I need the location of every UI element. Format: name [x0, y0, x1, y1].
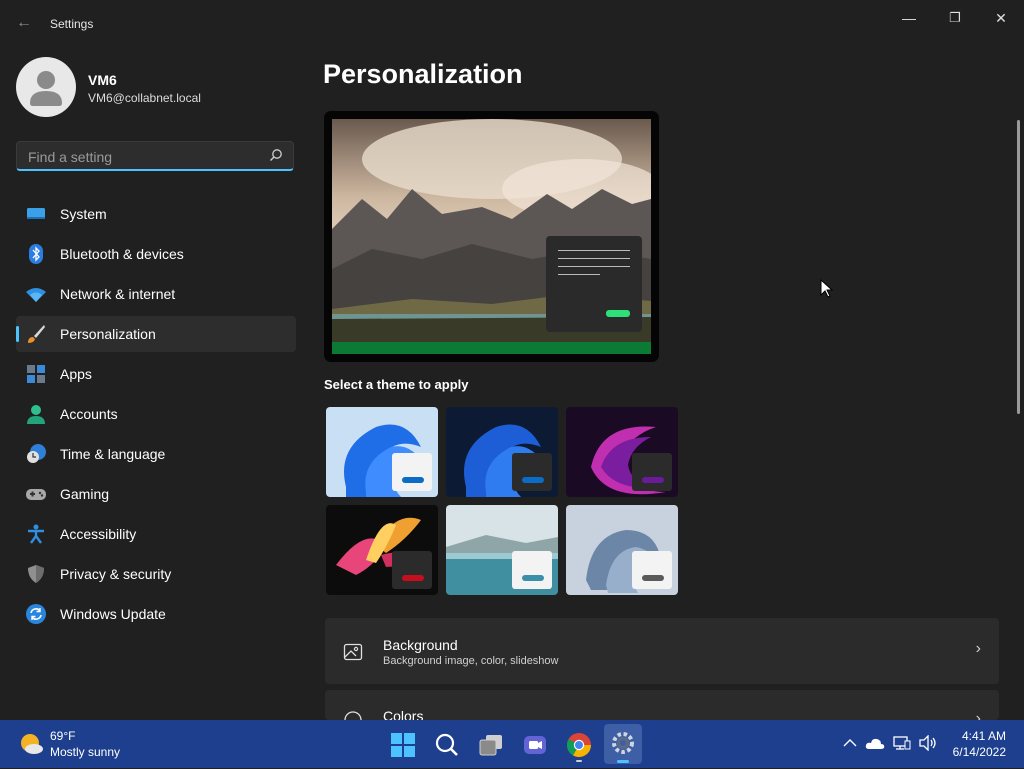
teams-chat-icon	[524, 736, 546, 754]
search-taskbar-button[interactable]	[430, 728, 464, 762]
minimize-button[interactable]: —	[886, 4, 932, 32]
weather-sunny-icon[interactable]	[18, 731, 44, 757]
gear-icon	[612, 732, 634, 754]
sidebar-item-network[interactable]: Network & internet	[16, 276, 296, 312]
chat-button[interactable]	[518, 728, 552, 762]
chrome-icon	[566, 733, 591, 758]
sidebar-item-accessibility[interactable]: Accessibility	[16, 516, 296, 552]
close-button[interactable]: ✕	[978, 4, 1024, 32]
accounts-icon	[27, 405, 45, 424]
start-button[interactable]	[386, 728, 420, 762]
sidebar-item-apps[interactable]: Apps	[16, 356, 296, 392]
page-title: Personalization	[323, 59, 523, 89]
wifi-icon	[26, 288, 46, 302]
sidebar-item-time-language[interactable]: Time & language	[16, 436, 296, 472]
colors-setting-card[interactable]: Colors ›	[325, 690, 999, 720]
clock-time[interactable]: 4:41 AM	[958, 729, 1006, 743]
weather-temperature[interactable]: 69°F	[50, 729, 75, 743]
search-icon	[435, 733, 458, 756]
title-bar	[0, 0, 1024, 48]
update-icon	[26, 604, 46, 624]
task-view-icon	[479, 735, 502, 756]
accessibility-icon	[28, 524, 44, 544]
shield-icon	[28, 565, 44, 583]
settings-taskbar-button[interactable]	[604, 724, 642, 764]
volume-icon[interactable]	[918, 735, 938, 751]
sidebar-item-label: Accessibility	[60, 526, 137, 542]
theme-tile-captured-motion[interactable]	[326, 505, 438, 595]
theme-tile-sunrise-lake[interactable]	[446, 505, 558, 595]
user-email: VM6@collabnet.local	[88, 91, 201, 105]
sidebar-item-label: Apps	[60, 366, 92, 382]
sidebar-item-gaming[interactable]: Gaming	[16, 476, 296, 512]
task-view-button[interactable]	[474, 728, 508, 762]
onedrive-cloud-icon[interactable]	[865, 736, 885, 750]
sidebar-item-system[interactable]: System	[16, 196, 296, 232]
user-silhouette-icon	[30, 71, 62, 106]
background-setting-card[interactable]: Background Background image, color, slid…	[325, 618, 999, 684]
sidebar-item-label: Windows Update	[60, 606, 166, 622]
clock-date[interactable]: 6/14/2022	[948, 745, 1006, 759]
theme-tile-flow[interactable]	[566, 505, 678, 595]
avatar[interactable]	[16, 57, 76, 117]
card-title: Colors	[383, 708, 424, 720]
windows-logo-icon	[391, 733, 415, 757]
search-box[interactable]	[16, 141, 294, 171]
sidebar-item-personalization[interactable]: Personalization	[16, 316, 296, 352]
selection-indicator	[16, 326, 19, 342]
sidebar-item-label: Personalization	[60, 326, 156, 342]
active-indicator	[617, 760, 629, 763]
sidebar-item-label: System	[60, 206, 107, 222]
running-indicator	[576, 760, 582, 762]
themes-section-label: Select a theme to apply	[324, 377, 469, 392]
apps-icon	[27, 365, 45, 383]
network-icon[interactable]	[893, 735, 911, 751]
sidebar-item-label: Privacy & security	[60, 566, 172, 582]
back-arrow-icon[interactable]: ←	[14, 12, 34, 34]
image-icon	[343, 643, 363, 661]
chevron-right-icon: ›	[975, 710, 981, 720]
sidebar-item-privacy[interactable]: Privacy & security	[16, 556, 296, 592]
chevron-right-icon: ›	[975, 640, 981, 657]
sidebar-item-windows-update[interactable]: Windows Update	[16, 596, 296, 632]
sidebar-item-label: Time & language	[60, 446, 166, 462]
card-title: Background	[383, 637, 458, 653]
maximize-button[interactable]: ❐	[932, 4, 978, 32]
theme-tile-windows-dark[interactable]	[446, 407, 558, 497]
card-subtitle: Background image, color, slideshow	[383, 655, 559, 667]
system-icon	[27, 208, 45, 219]
palette-icon	[344, 711, 362, 720]
sidebar-item-label: Network & internet	[60, 286, 176, 302]
scrollbar[interactable]	[1017, 120, 1020, 414]
preview-window	[546, 236, 642, 332]
sidebar-item-label: Bluetooth & devices	[60, 246, 184, 262]
user-name: VM6	[88, 72, 117, 88]
chevron-up-icon[interactable]	[843, 737, 857, 749]
app-title: Settings	[50, 17, 94, 31]
theme-tile-windows-light[interactable]	[326, 407, 438, 497]
clock-globe-icon	[27, 444, 46, 463]
bluetooth-icon	[29, 244, 43, 264]
weather-description[interactable]: Mostly sunny	[50, 745, 120, 759]
theme-tile-glow[interactable]	[566, 407, 678, 497]
chrome-button[interactable]	[562, 728, 596, 762]
sidebar-item-label: Gaming	[60, 486, 110, 502]
sidebar-item-bluetooth[interactable]: Bluetooth & devices	[16, 236, 296, 272]
mouse-pointer-icon	[820, 279, 834, 298]
sidebar-item-label: Accounts	[60, 406, 118, 422]
sidebar-item-accounts[interactable]: Accounts	[16, 396, 296, 432]
search-input[interactable]	[26, 147, 260, 167]
brush-icon	[28, 325, 45, 343]
gamepad-icon	[26, 489, 46, 500]
search-icon[interactable]	[269, 148, 283, 162]
preview-taskbar	[332, 342, 651, 354]
